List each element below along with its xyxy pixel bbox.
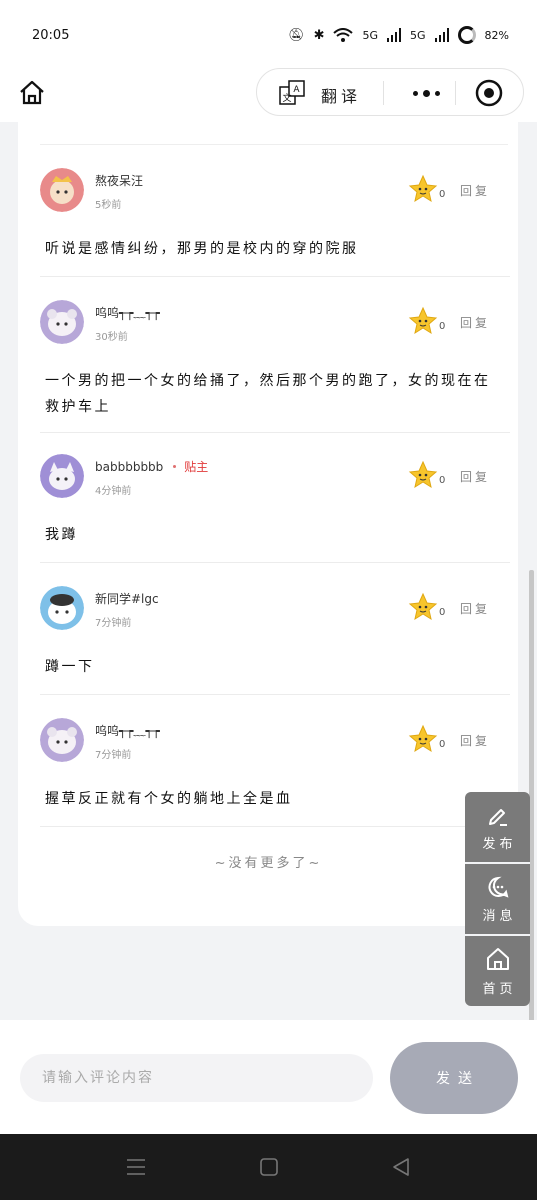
star-like-icon xyxy=(408,306,438,335)
comment-time: 5秒前 xyxy=(95,200,122,211)
divider xyxy=(40,694,510,695)
network-label-1: 5G xyxy=(362,28,379,42)
comment-time: 7分钟前 xyxy=(95,750,132,761)
divider xyxy=(40,562,510,563)
menu-icon[interactable] xyxy=(125,1156,147,1178)
comment-time: 4分钟前 xyxy=(95,486,132,497)
reply-button[interactable]: 回复 xyxy=(460,732,490,749)
home-button[interactable] xyxy=(16,76,48,108)
send-button[interactable]: 发送 xyxy=(390,1042,518,1114)
home-icon xyxy=(486,947,509,970)
more-dot xyxy=(434,90,440,96)
floating-menu: 发布 消息 首页 xyxy=(465,792,530,1006)
comment-text: 我蹲 xyxy=(45,527,78,543)
svg-text:A: A xyxy=(293,85,300,95)
translate-icon[interactable]: A 文 xyxy=(279,80,305,106)
signal-icon xyxy=(387,28,402,42)
like-count: 0 xyxy=(439,189,446,200)
home-icon xyxy=(20,80,44,105)
comment-text: 握草反正就有个女的躺地上全是血 xyxy=(45,791,293,807)
more-button[interactable] xyxy=(397,79,455,107)
star-like-icon xyxy=(408,460,438,489)
reply-button[interactable]: 回复 xyxy=(460,314,490,331)
divider xyxy=(40,826,510,827)
publish-label: 发布 xyxy=(482,836,517,852)
comment-time: 30秒前 xyxy=(95,332,128,343)
wifi-icon xyxy=(333,28,354,42)
mute-bell-icon: 🔕︎ xyxy=(288,27,305,43)
close-target-icon[interactable] xyxy=(475,79,503,107)
like-count: 0 xyxy=(439,475,446,486)
owner-badge: 贴主 xyxy=(184,460,209,474)
comment-text: 一个男的把一个女的给捅了，然后那个男的跑了，女的现在在救护车上 xyxy=(45,373,491,415)
battery-icon xyxy=(457,26,476,44)
reply-button[interactable]: 回复 xyxy=(460,600,490,617)
messages-button[interactable]: 消息 xyxy=(465,864,530,934)
like-button[interactable]: 0 xyxy=(408,460,445,490)
status-icons: 🔕︎ ✱ 5G 5G 82% xyxy=(288,26,509,44)
more-dot xyxy=(422,89,430,97)
comment-list-area[interactable]: 熬夜呆汪 5秒前 0 回复 听说是感情纠纷，那男的是校内的穿的院服 呜呜┭┮﹏┭… xyxy=(0,122,537,1020)
reply-button[interactable]: 回复 xyxy=(460,468,490,485)
comment-input-bar: 发送 xyxy=(0,1020,537,1134)
network-label-2: 5G xyxy=(410,28,426,42)
nav-bar: A 文 翻译 xyxy=(0,66,537,122)
home-square-icon[interactable] xyxy=(258,1156,280,1178)
comment-author[interactable]: 呜呜┭┮﹏┭┮ xyxy=(95,304,160,321)
translate-label[interactable]: 翻译 xyxy=(321,83,361,107)
signal-icon xyxy=(434,28,449,42)
status-time: 20:05 xyxy=(32,27,70,43)
comment-author[interactable]: 呜呜┭┮﹏┭┮ xyxy=(95,722,160,739)
like-count: 0 xyxy=(439,321,446,332)
publish-button[interactable]: 发布 xyxy=(465,792,530,862)
edit-pen-icon xyxy=(488,808,507,826)
divider xyxy=(40,276,510,277)
more-dot xyxy=(412,90,418,96)
star-like-icon xyxy=(408,592,438,621)
comment-text: 蹲一下 xyxy=(45,659,95,675)
messages-label: 消息 xyxy=(482,908,517,924)
comment-author[interactable]: 新同学#lgc xyxy=(95,590,159,607)
avatar[interactable] xyxy=(40,454,84,498)
avatar[interactable] xyxy=(40,718,84,762)
no-more-text: ~没有更多了~ xyxy=(214,856,323,871)
capsule-divider xyxy=(383,81,384,105)
avatar[interactable] xyxy=(40,300,84,344)
like-count: 0 xyxy=(439,607,446,618)
like-count: 0 xyxy=(439,739,446,750)
like-button[interactable]: 0 xyxy=(408,306,445,336)
divider xyxy=(40,144,508,145)
comment-text: 听说是感情纠纷，那男的是校内的穿的院服 xyxy=(45,241,359,257)
capsule-divider xyxy=(455,81,456,105)
svg-text:文: 文 xyxy=(282,92,291,104)
comment-time: 7分钟前 xyxy=(95,618,132,629)
star-like-icon xyxy=(408,724,438,753)
star-like-icon xyxy=(408,174,438,203)
home-label: 首页 xyxy=(482,981,517,997)
owner-dot xyxy=(173,464,177,468)
status-bar: 20:05 🔕︎ ✱ 5G 5G 82% xyxy=(0,0,537,70)
comment-input[interactable] xyxy=(20,1054,373,1102)
like-button[interactable]: 0 xyxy=(408,174,445,204)
like-button[interactable]: 0 xyxy=(408,592,445,622)
home-nav-button[interactable]: 首页 xyxy=(465,936,530,1006)
chat-bubble-icon xyxy=(488,876,508,898)
divider xyxy=(40,432,510,433)
battery-level: 82% xyxy=(484,28,509,42)
system-nav-bar xyxy=(0,1134,537,1200)
bluetooth-icon: ✱ xyxy=(313,27,325,43)
avatar[interactable] xyxy=(40,168,84,212)
back-triangle-icon[interactable] xyxy=(390,1156,412,1178)
mini-program-capsule: A 文 翻译 xyxy=(256,68,524,116)
avatar[interactable] xyxy=(40,586,84,630)
comment-author[interactable]: babbbbbbb 贴主 xyxy=(95,458,208,475)
comment-author[interactable]: 熬夜呆汪 xyxy=(95,172,143,189)
like-button[interactable]: 0 xyxy=(408,724,445,754)
reply-button[interactable]: 回复 xyxy=(460,182,490,199)
